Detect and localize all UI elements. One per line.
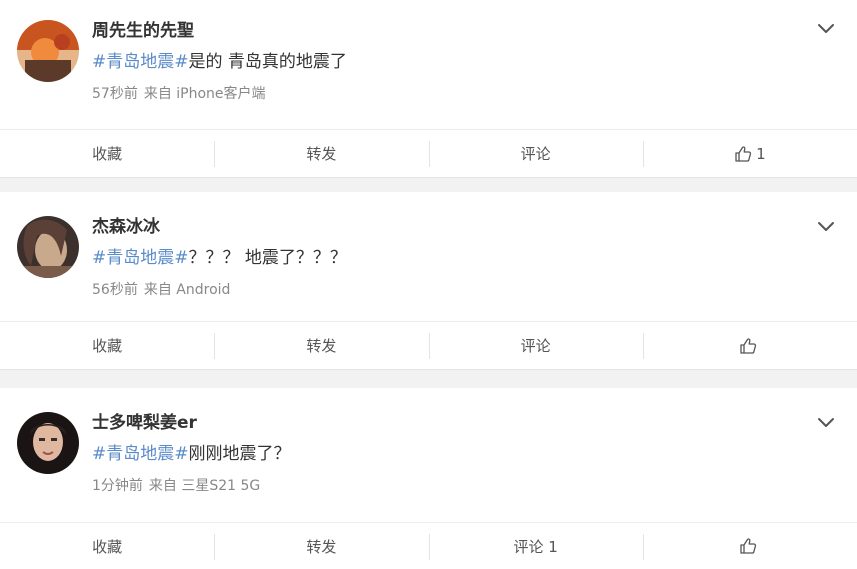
comment-button[interactable]: 评论 1 xyxy=(428,523,643,569)
favorite-label: 收藏 xyxy=(92,337,123,355)
post-content: #青岛地震#是的 青岛真的地震了 xyxy=(92,50,347,74)
avatar[interactable] xyxy=(17,20,79,82)
repost-label: 转发 xyxy=(306,145,337,163)
post-source: 来自 Android xyxy=(143,282,231,298)
username[interactable]: 杰森冰冰 xyxy=(92,216,160,238)
post-card: 周先生的先聖 #青岛地震#是的 青岛真的地震了 57秒前 来自 iPhone客户端… xyxy=(0,0,857,178)
post-text: 是的 青岛真的地震了 xyxy=(188,52,347,72)
repost-button[interactable]: 转发 xyxy=(214,322,428,369)
avatar-image xyxy=(17,20,79,82)
comment-button[interactable]: 评论 xyxy=(428,130,643,177)
thumbs-up-icon xyxy=(735,145,752,162)
like-button[interactable] xyxy=(642,523,857,569)
comment-label: 评论 1 xyxy=(513,537,558,556)
action-bar: 收藏 转发 评论 xyxy=(0,321,857,370)
hashtag-link[interactable]: #青岛地震# xyxy=(92,444,189,464)
repost-label: 转发 xyxy=(306,337,337,355)
weibo-feed: 周先生的先聖 #青岛地震#是的 青岛真的地震了 57秒前 来自 iPhone客户端… xyxy=(0,0,857,569)
favorite-button[interactable]: 收藏 xyxy=(0,130,214,177)
favorite-button[interactable]: 收藏 xyxy=(0,322,214,369)
post-source: 来自 iPhone客户端 xyxy=(143,86,266,102)
post-card: 士多啤梨姜er #青岛地震#刚刚地震了？ 1分钟前 来自 三星S21 5G 收藏 … xyxy=(0,388,857,569)
post-card: 杰森冰冰 #青岛地震#？？？ 地震了？？？ 56秒前 来自 Android 收藏 … xyxy=(0,192,857,370)
avatar-image xyxy=(17,216,79,278)
avatar[interactable] xyxy=(17,412,79,474)
post-header: 周先生的先聖 #青岛地震#是的 青岛真的地震了 57秒前 来自 iPhone客户端 xyxy=(0,0,857,129)
post-text: ？？？ 地震了？？？ xyxy=(188,248,347,268)
post-header: 杰森冰冰 #青岛地震#？？？ 地震了？？？ 56秒前 来自 Android xyxy=(0,192,857,326)
like-count: 1 xyxy=(756,144,766,163)
username[interactable]: 士多啤梨姜er xyxy=(92,412,197,434)
post-meta: 56秒前 来自 Android xyxy=(92,281,230,299)
username[interactable]: 周先生的先聖 xyxy=(92,20,194,42)
action-bar: 收藏 转发 评论 1 xyxy=(0,522,857,569)
avatar[interactable] xyxy=(17,216,79,278)
hashtag-link[interactable]: #青岛地震# xyxy=(92,52,189,72)
post-time[interactable]: 57秒前 xyxy=(92,86,138,102)
like-button[interactable]: 1 xyxy=(642,130,857,177)
post-header: 士多啤梨姜er #青岛地震#刚刚地震了？ 1分钟前 来自 三星S21 5G xyxy=(0,388,857,522)
post-meta: 1分钟前 来自 三星S21 5G xyxy=(92,477,260,495)
chevron-down-icon[interactable] xyxy=(817,22,835,36)
avatar-image xyxy=(17,412,79,474)
post-time[interactable]: 1分钟前 xyxy=(92,478,143,494)
thumbs-up-icon xyxy=(740,538,756,554)
like-button[interactable] xyxy=(642,322,857,369)
repost-label: 转发 xyxy=(306,537,337,556)
post-meta: 57秒前 来自 iPhone客户端 xyxy=(92,85,266,103)
favorite-button[interactable]: 收藏 xyxy=(0,523,214,569)
post-content: #青岛地震#？？？ 地震了？？？ xyxy=(92,246,347,270)
chevron-down-icon[interactable] xyxy=(817,220,835,234)
favorite-label: 收藏 xyxy=(92,537,123,556)
repost-button[interactable]: 转发 xyxy=(214,130,428,177)
hashtag-link[interactable]: #青岛地震# xyxy=(92,248,189,268)
repost-button[interactable]: 转发 xyxy=(214,523,428,569)
chevron-down-icon[interactable] xyxy=(817,416,835,430)
post-content: #青岛地震#刚刚地震了？ xyxy=(92,442,291,466)
post-text: 刚刚地震了？ xyxy=(188,444,291,464)
post-source: 来自 三星S21 5G xyxy=(148,478,261,494)
post-time[interactable]: 56秒前 xyxy=(92,282,138,298)
comment-label: 评论 xyxy=(520,337,551,355)
action-bar: 收藏 转发 评论 1 xyxy=(0,129,857,178)
comment-button[interactable]: 评论 xyxy=(428,322,643,369)
comment-label: 评论 xyxy=(520,145,551,163)
favorite-label: 收藏 xyxy=(92,145,123,163)
thumbs-up-icon xyxy=(740,337,756,354)
